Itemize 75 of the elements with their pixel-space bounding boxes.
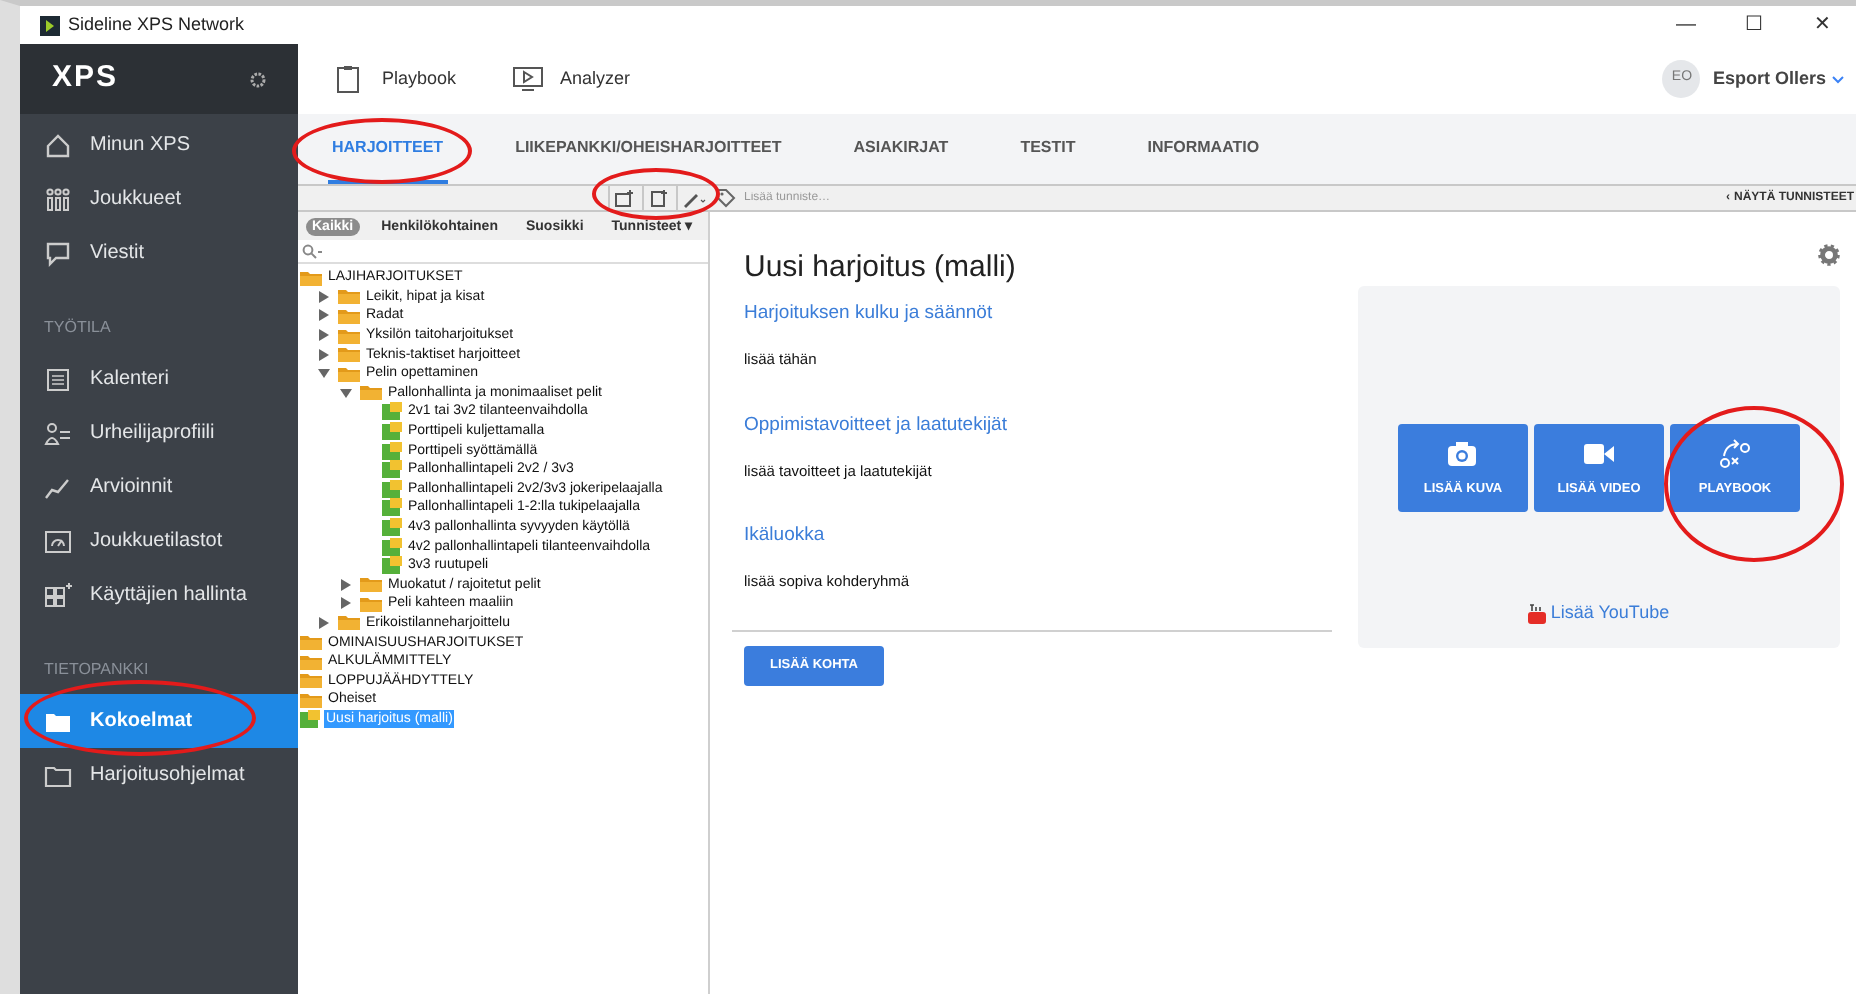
youtube-icon [1528,603,1547,624]
drill-icon [382,460,402,479]
logo-text: XPS [52,58,119,99]
close-button[interactable]: ✕ [1788,10,1856,40]
sidebar-item[interactable]: Urheilijaprofiili [20,406,298,460]
chat-icon [44,239,72,267]
tab[interactable]: TESTIT [1016,124,1080,184]
new-document-icon [648,187,672,209]
folder-icon [338,614,360,631]
sidebar-item[interactable]: Joukkuetilastot [20,514,298,568]
tab[interactable]: LIIKEPANKKI/OHEISHARJOITTEET [511,124,786,184]
section-header: TYÖTILA [42,316,113,340]
profile-icon [44,419,72,447]
sidebar-item[interactable]: Minun XPS [20,118,298,172]
settings-icon [1818,244,1840,266]
app-logo-icon [40,15,60,35]
drill-icon [382,537,402,556]
app-link[interactable]: Playbook [334,64,457,94]
folder-icon [360,384,382,401]
tag-icon [716,188,736,208]
drill-icon [382,402,402,421]
exercise-title: Uusi harjoitus (malli) [744,248,1018,286]
youtube-link[interactable]: Lisää YouTube [1528,600,1670,627]
section-heading: Harjoituksen kulku ja säännöt [744,300,995,328]
drill-icon [382,479,402,498]
sidebar-item[interactable]: Kalenteri [20,352,298,406]
section-heading: Oppimistavoitteet ja laatutekijät [744,411,1009,439]
settings-icon [250,71,266,87]
sidebar-item[interactable]: Arvioinnit [20,460,298,514]
new-folder-icon [614,187,638,209]
folder-icon [300,672,322,689]
sidebar-item[interactable]: Kokoelmat [20,694,298,748]
sidebar-item[interactable]: Joukkueet [20,172,298,226]
camera-icon [1446,437,1480,470]
people-icon [44,185,72,213]
folder-icon [338,365,360,382]
drill-icon [382,518,402,537]
section-heading: Ikäluokka [744,522,827,550]
folder-icon [300,634,322,651]
maximize-button[interactable]: ☐ [1720,10,1788,40]
folder-icon [338,327,360,344]
tab[interactable]: ASIAKIRJAT [849,124,953,184]
folder-icon [44,761,72,789]
drill-icon [300,709,320,728]
sidebar-item[interactable]: Viestit [20,226,298,280]
annotation-ellipse [592,168,720,220]
drill-icon [382,556,402,575]
user-menu[interactable]: Esport Ollers [1712,65,1844,93]
toolbar-button[interactable] [676,186,710,210]
home-icon [44,131,72,159]
search-icon [302,243,324,259]
play-diagram-icon [1718,437,1752,470]
drill-icon [382,441,402,460]
chevron-down-icon [1832,75,1844,83]
folder-icon [360,595,382,612]
section-header: TIETOPANKKI [42,658,151,682]
window-title: Sideline XPS Network [68,11,245,38]
users-icon [44,581,72,609]
app-link[interactable]: Analyzer [512,64,631,94]
folder-icon [338,288,360,305]
sidebar-item[interactable]: Käyttäjien hallinta [20,568,298,622]
folder-icon [300,269,322,286]
drill-icon [382,498,402,517]
drill-icon [382,422,402,441]
folder-icon [360,576,382,593]
folder-icon [338,307,360,324]
gauge-icon [44,527,72,555]
folder-icon [300,653,322,670]
monitor-icon [512,64,545,94]
tab[interactable]: INFORMAATIO [1143,124,1264,184]
folder-icon [300,691,322,708]
folder-icon [338,346,360,363]
calendar-icon [44,365,72,393]
sidebar-item[interactable]: Harjoitusohjelmat [20,748,298,802]
minimize-button[interactable]: — [1652,10,1720,40]
